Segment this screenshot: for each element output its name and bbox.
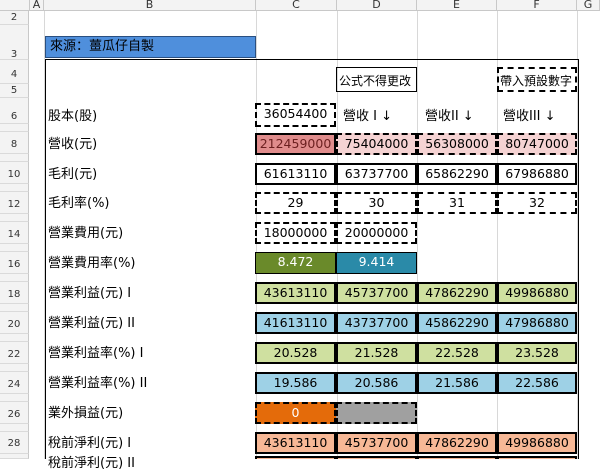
op-income-1-c[interactable]: 43613110 [255,282,336,304]
row-header[interactable]: 13 [0,214,29,222]
op-income-1-f[interactable]: 49986880 [497,282,577,304]
row-header[interactable]: 11 [0,184,29,192]
row-label-gross-margin: 毛利率(%) [48,196,110,211]
op-income-2-d[interactable]: 43737700 [336,312,417,334]
row-header[interactable]: 27 [0,424,29,432]
row-label-revenue: 營收(元) [48,137,98,152]
op-margin-2-f[interactable]: 22.586 [497,372,577,394]
revenue-d[interactable]: 75404000 [336,133,417,155]
row-label-op-income-2: 營業利益(元) II [48,316,135,331]
row-header[interactable]: 25 [0,394,29,402]
col-header-b[interactable]: B [44,0,256,11]
gross-margin-d[interactable]: 30 [336,192,417,214]
row-header[interactable]: 22 [0,342,29,364]
op-margin-2-e[interactable]: 21.586 [417,372,497,394]
opex-c[interactable]: 18000000 [255,222,336,244]
gross-profit-d[interactable]: 63737700 [336,163,417,185]
header-rev-3: 營收III ↓ [503,109,556,124]
source-label-cell[interactable]: 來源：薑瓜仔自製 [45,36,256,58]
row-header[interactable]: 29 [0,454,29,459]
row-header[interactable]: 26 [0,402,29,424]
row-header[interactable]: 15 [0,244,29,252]
col-header-a[interactable]: A [30,0,44,11]
default-note-box: 帶入預設數字 [497,67,577,92]
row-label-capital: 股本(股) [48,109,98,124]
op-margin-1-e[interactable]: 22.528 [417,342,497,364]
pretax-1-e[interactable]: 47862290 [417,432,497,454]
gross-profit-f[interactable]: 67986880 [497,163,577,185]
op-margin-2-c[interactable]: 19.586 [255,372,336,394]
row-header[interactable]: 14 [0,222,29,244]
row-label-non-operating: 業外損益(元) [48,406,124,421]
spreadsheet: A B C D E F G 2 3 4 5 6 7 8 9 10 11 12 1… [0,0,600,471]
opex-d[interactable]: 20000000 [336,222,417,244]
col-header-e[interactable]: E [417,0,497,11]
row-header[interactable]: 8 [0,132,29,154]
formula-note: 公式不得更改 [339,74,412,88]
row-header[interactable]: 3 [0,25,29,60]
pretax-1-d[interactable]: 45737700 [336,432,417,454]
row-header[interactable]: 2 [0,11,29,25]
default-note: 帶入預設數字 [500,74,573,88]
row-label-opex: 營業費用(元) [48,226,124,241]
row-header[interactable]: 9 [0,154,29,162]
non-operating-d[interactable] [336,402,417,424]
revenue-c[interactable]: 212459000 [255,133,336,155]
op-margin-1-c[interactable]: 20.528 [255,342,336,364]
gross-margin-f[interactable]: 32 [497,192,577,214]
row-header[interactable]: 12 [0,192,29,214]
row-header[interactable]: 10 [0,162,29,184]
col-header-f[interactable]: F [497,0,577,11]
revenue-e[interactable]: 56308000 [417,133,497,155]
non-operating-c[interactable]: 0 [255,402,336,424]
row-header[interactable]: 20 [0,312,29,334]
row-header[interactable]: 5 [0,84,29,98]
header-rev-1: 營收 I ↓ [343,109,392,124]
col-header-g[interactable]: G [577,0,600,11]
row-label-op-margin-1: 營業利益率(%) I [48,346,144,361]
row-header[interactable]: 7 [0,124,29,132]
row-header[interactable]: 23 [0,364,29,372]
op-margin-1-d[interactable]: 21.528 [336,342,417,364]
row-label-gross-profit: 毛利(元) [48,167,98,182]
row-header[interactable]: 24 [0,372,29,394]
op-income-2-e[interactable]: 45862290 [417,312,497,334]
row-header[interactable]: 21 [0,334,29,342]
op-income-2-c[interactable]: 41613110 [255,312,336,334]
pretax-1-c[interactable]: 43613110 [255,432,336,454]
row-header[interactable]: 16 [0,252,29,274]
row-label-op-income-1: 營業利益(元) I [48,286,132,301]
row-header[interactable]: 6 [0,98,29,124]
pretax-1-f[interactable]: 49986880 [497,432,577,454]
row-label-pretax-2: 稅前淨利(元) II [48,456,135,471]
gross-profit-e[interactable]: 65862290 [417,163,497,185]
op-margin-1-f[interactable]: 23.528 [497,342,577,364]
row-header[interactable]: 18 [0,282,29,304]
formula-note-box: 公式不得更改 [336,67,417,92]
op-margin-2-d[interactable]: 20.586 [336,372,417,394]
row-header[interactable]: 19 [0,304,29,312]
row-label-op-margin-2: 營業利益率(%) II [48,376,148,391]
row-header[interactable]: 4 [0,60,29,84]
opex-ratio-c[interactable]: 8.472 [255,252,336,274]
opex-ratio-d[interactable]: 9.414 [336,252,417,274]
gross-margin-e[interactable]: 31 [417,192,497,214]
corner-cell[interactable] [0,0,30,11]
header-rev-2: 營收II ↓ [425,109,474,124]
op-income-2-f[interactable]: 47986880 [497,312,577,334]
row-header[interactable]: 28 [0,432,29,454]
col-header-d[interactable]: D [337,0,417,11]
op-income-1-e[interactable]: 47862290 [417,282,497,304]
revenue-f[interactable]: 80747000 [497,133,577,155]
row-header[interactable]: 17 [0,274,29,282]
gross-profit-c[interactable]: 61613110 [255,163,336,185]
op-income-1-d[interactable]: 45737700 [336,282,417,304]
source-label: 來源：薑瓜仔自製 [50,39,155,54]
col-header-c[interactable]: C [256,0,337,11]
row-label-pretax-1: 稅前淨利(元) I [48,436,132,451]
capital-input[interactable]: 36054400 [255,103,336,127]
gross-margin-c[interactable]: 29 [255,192,336,214]
row-label-opex-ratio: 營業費用率(%) [48,256,136,271]
